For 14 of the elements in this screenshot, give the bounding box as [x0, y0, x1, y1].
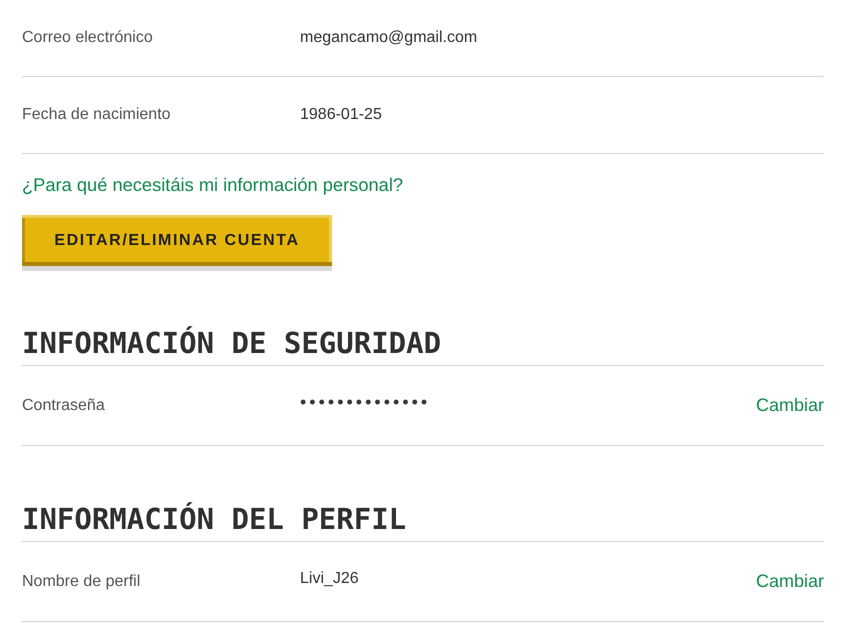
- field-label: Nombre de perfil: [22, 572, 142, 590]
- info-link[interactable]: ¿Para qué necesitáis mi información personal?: [22, 173, 404, 197]
- edit-account-button[interactable]: EDITAR/ELIMINAR CUENTA: [22, 215, 332, 271]
- field-value: Livi_J26: [300, 570, 359, 588]
- password-mask: ••••••••••••••: [300, 392, 430, 413]
- section-heading: INFORMACIÓN DE SEGURIDAD: [22, 326, 824, 366]
- change-link[interactable]: Cambiar: [756, 571, 824, 592]
- field-value: megancamo@gmail.com: [300, 29, 478, 47]
- change-link[interactable]: Cambiar: [756, 395, 824, 416]
- field-label: Fecha de nacimiento: [22, 106, 172, 124]
- field-value: 1986-01-25: [300, 106, 382, 124]
- section-heading: INFORMACIÓN DEL PERFIL: [22, 502, 824, 542]
- field-label: Correo electrónico: [22, 29, 154, 47]
- field-label: Contraseña: [22, 396, 106, 414]
